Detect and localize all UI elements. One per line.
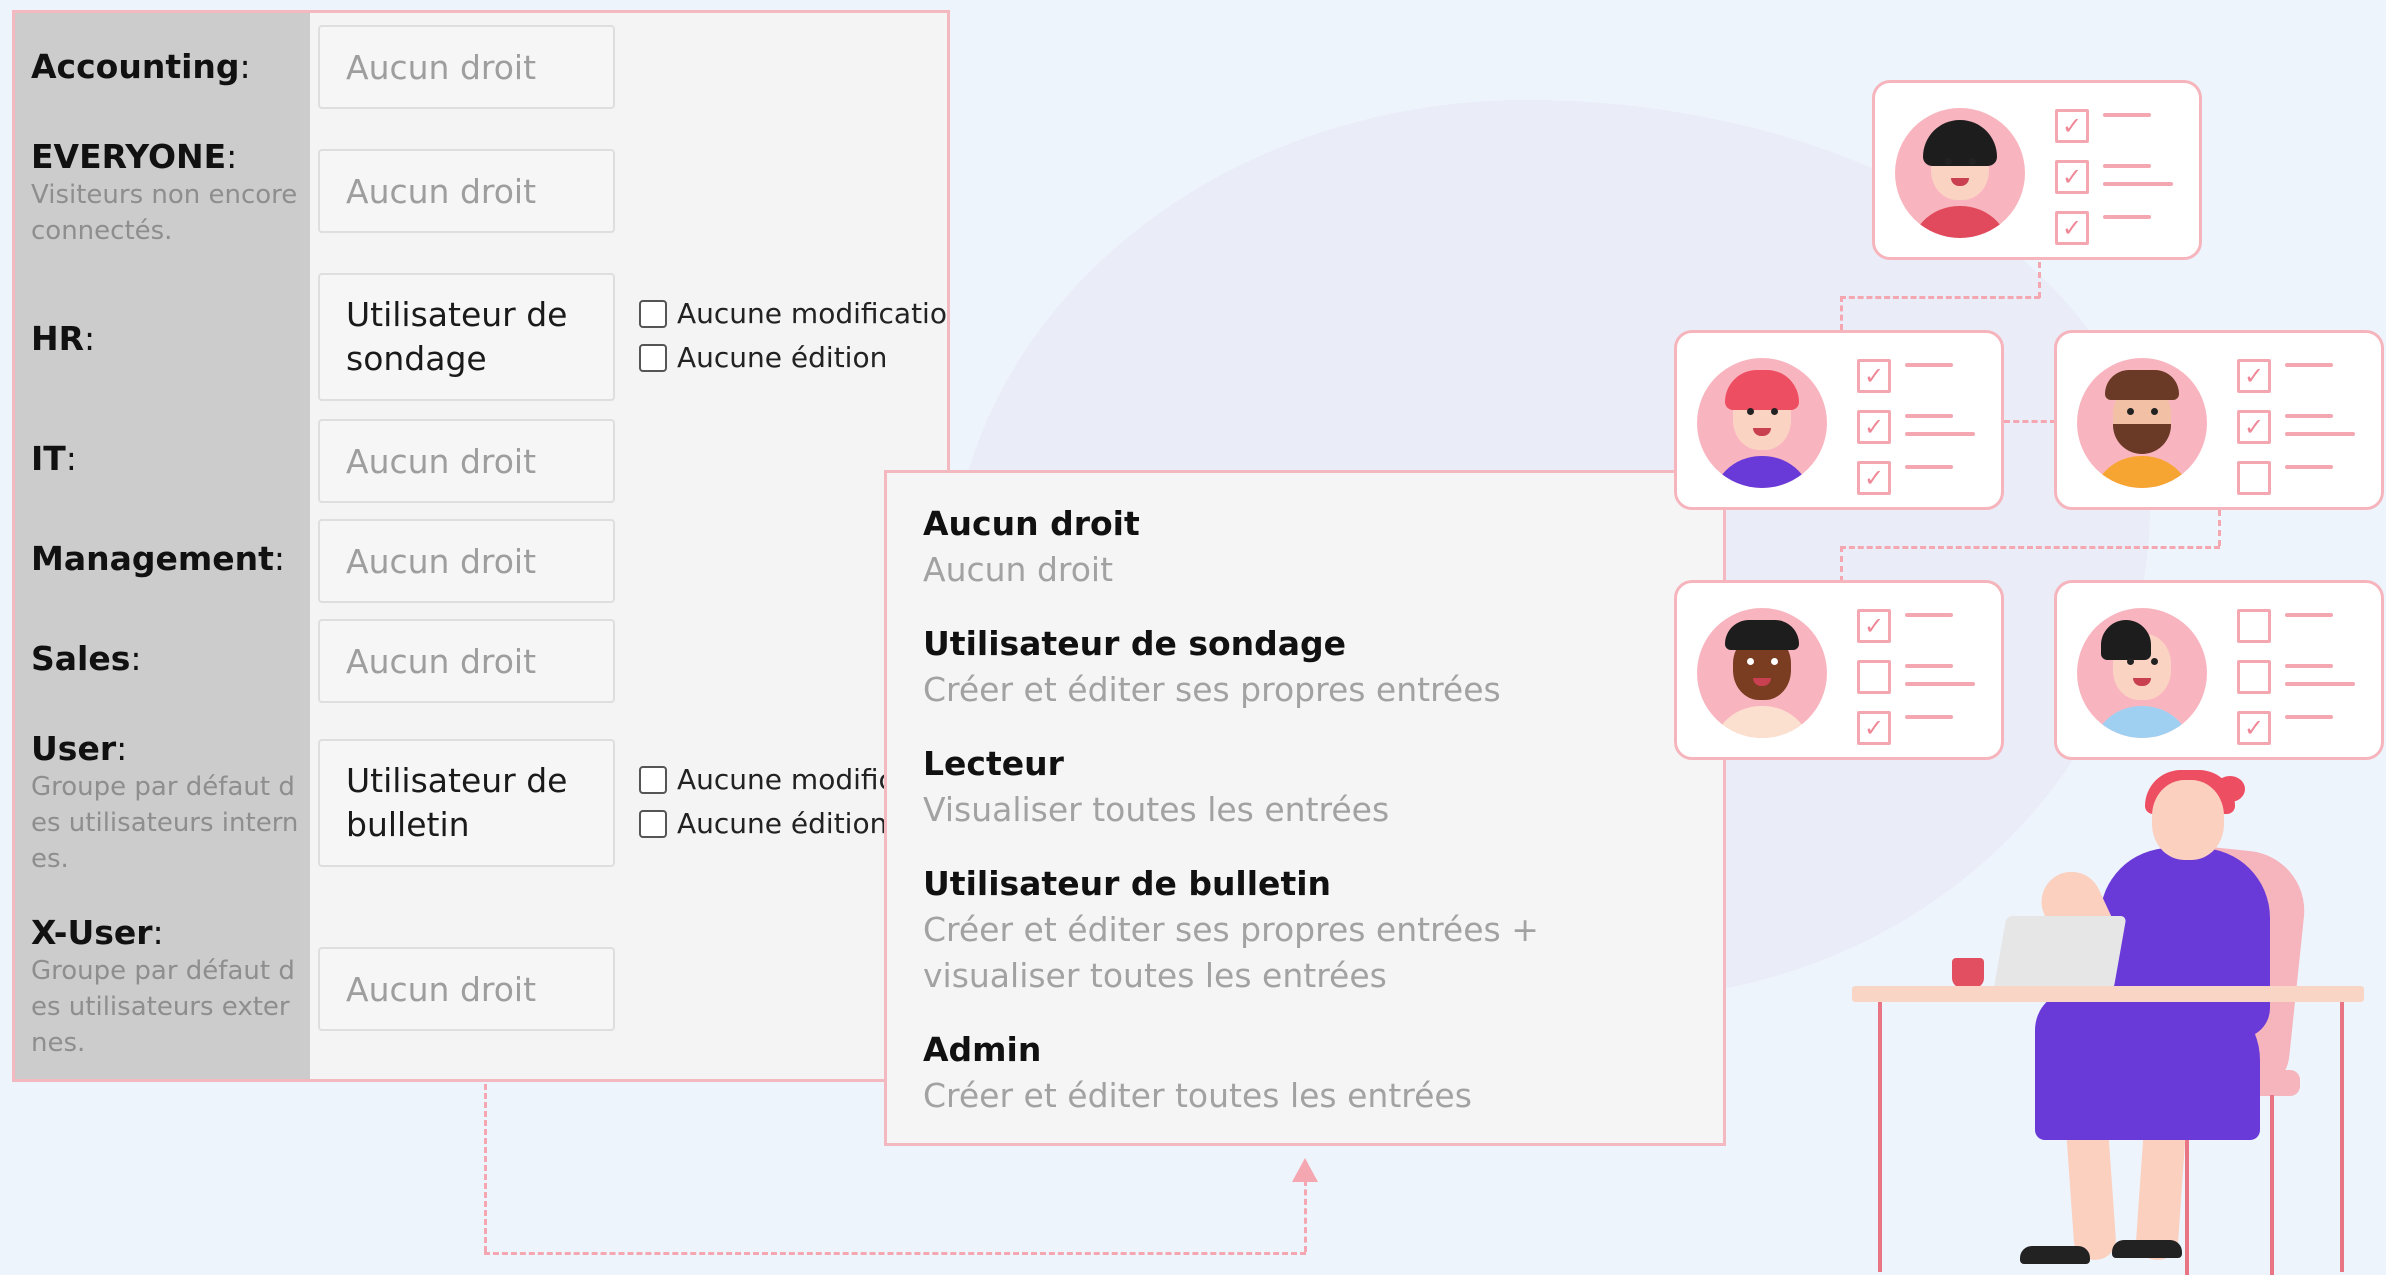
checkbox-icon: [1857, 660, 1891, 694]
option-description: Visualiser toutes les entrées: [923, 790, 1390, 829]
group-description: Groupe par défaut des utilisateurs inter…: [31, 772, 299, 874]
org-connector: [2038, 262, 2041, 298]
org-connector: [1840, 546, 1843, 582]
woman-ponytail-avatar: [2077, 608, 2207, 738]
option-description: Créer et éditer toutes les entrées: [923, 1076, 1472, 1115]
woman-red-hair-avatar: [1697, 358, 1827, 488]
permission-select[interactable]: Aucun droit: [318, 947, 615, 1031]
org-card: ✓: [2054, 580, 2384, 760]
checkbox-icon: ✓: [2237, 711, 2271, 745]
checkbox[interactable]: [639, 809, 667, 838]
option-title: Utilisateur de sondage: [923, 624, 1347, 663]
laptop-icon: [1993, 916, 2127, 990]
option-title: Lecteur: [923, 744, 1064, 783]
arrow-up-icon: [1292, 1158, 1318, 1182]
connector-line: [1304, 1180, 1307, 1252]
desk-leg: [1878, 1002, 1882, 1272]
group-name: HR: [31, 319, 85, 358]
checkbox-label: Aucune édition: [677, 807, 888, 840]
checkbox-icon: ✓: [1857, 711, 1891, 745]
menu-option-utilisateur-de-sondage[interactable]: Utilisateur de sondage Créer et éditer s…: [923, 621, 1703, 713]
cup-icon: [1952, 958, 1984, 988]
group-description: Groupe par défaut des utilisateurs exter…: [31, 956, 295, 1058]
permission-dropdown-menu: Aucun droit Aucun droit Utilisateur de s…: [884, 470, 1726, 1146]
org-card: ✓ ✓: [2054, 330, 2384, 510]
org-connector: [2218, 510, 2221, 546]
checkbox-icon: ✓: [1857, 461, 1891, 495]
permission-select[interactable]: Aucun droit: [318, 25, 615, 109]
option-title: Admin: [923, 1030, 1042, 1069]
group-name: User: [31, 729, 117, 768]
group-name: Sales: [31, 639, 131, 678]
group-name: Management: [31, 539, 274, 578]
org-connector: [1840, 546, 2220, 549]
org-connector: [2004, 420, 2056, 423]
org-connector: [1840, 296, 2040, 299]
checkbox-label: Aucune modification: [677, 297, 950, 330]
chair-leg: [2270, 1095, 2274, 1275]
group-name: EVERYONE: [31, 137, 227, 176]
checkbox-icon: ✓: [2055, 109, 2089, 143]
checkbox-icon: [2237, 609, 2271, 643]
org-card: ✓ ✓ ✓: [1674, 330, 2004, 510]
permissions-panel: Accounting: Aucun droit EVERYONE: Visite…: [12, 10, 950, 1082]
checkbox-label: Aucune édition: [677, 341, 888, 374]
menu-option-aucun-droit[interactable]: Aucun droit Aucun droit: [923, 501, 1703, 593]
checkbox[interactable]: [639, 765, 667, 794]
option-title: Aucun droit: [923, 504, 1140, 543]
checkbox-row[interactable]: Aucune édition: [639, 341, 887, 374]
menu-option-lecteur[interactable]: Lecteur Visualiser toutes les entrées: [923, 741, 1703, 833]
group-name: X-User: [31, 913, 153, 952]
woman-body: [2100, 848, 2270, 1038]
checkbox-icon: ✓: [2237, 410, 2271, 444]
checkbox-icon: ✓: [2237, 359, 2271, 393]
checkbox-row[interactable]: Aucune modification: [639, 297, 950, 330]
woman-face: [2152, 780, 2224, 860]
man-dark-skin-avatar: [1697, 608, 1827, 738]
checkbox-icon: ✓: [1857, 359, 1891, 393]
connector-line: [484, 1252, 1306, 1255]
bearded-man-avatar: [2077, 358, 2207, 488]
checkbox-icon: [2237, 660, 2271, 694]
checkbox-row[interactable]: Aucune édition: [639, 807, 887, 840]
shoe-icon: [2020, 1246, 2090, 1264]
group-name: IT: [31, 439, 66, 478]
checkbox-icon: ✓: [1857, 410, 1891, 444]
permission-select[interactable]: Aucun droit: [318, 519, 615, 603]
checkbox[interactable]: [639, 343, 667, 372]
checkbox-icon: [2237, 461, 2271, 495]
permission-select[interactable]: Aucun droit: [318, 419, 615, 503]
option-title: Utilisateur de bulletin: [923, 864, 1332, 903]
desk: [1852, 986, 2364, 1002]
option-description: Créer et éditer ses propres entrées + vi…: [923, 910, 1539, 995]
org-card: ✓ ✓ ✓: [1872, 80, 2202, 260]
group-description: Visiteurs non encore connectés.: [31, 180, 298, 246]
permission-select[interactable]: Utilisateur de sondage: [318, 273, 615, 401]
org-connector: [1840, 296, 1843, 330]
org-card: ✓ ✓: [1674, 580, 2004, 760]
permission-select[interactable]: Utilisateur de bulletin: [318, 739, 615, 867]
woman-black-hair-avatar: [1895, 108, 2025, 238]
group-name: Accounting: [31, 47, 240, 86]
shoe-icon: [2112, 1240, 2182, 1258]
permission-select[interactable]: Aucun droit: [318, 619, 615, 703]
option-description: Créer et éditer ses propres entrées: [923, 670, 1501, 709]
checkbox-icon: ✓: [2055, 211, 2089, 245]
desk-leg: [2340, 1002, 2344, 1272]
option-description: Aucun droit: [923, 550, 1114, 589]
checkbox-icon: ✓: [1857, 609, 1891, 643]
checkbox-icon: ✓: [2055, 160, 2089, 194]
menu-option-admin[interactable]: Admin Créer et éditer toutes les entrées: [923, 1027, 1703, 1119]
menu-option-utilisateur-de-bulletin[interactable]: Utilisateur de bulletin Créer et éditer …: [923, 861, 1703, 999]
checkbox[interactable]: [639, 299, 667, 328]
permission-select[interactable]: Aucun droit: [318, 149, 615, 233]
connector-line: [484, 1084, 487, 1252]
